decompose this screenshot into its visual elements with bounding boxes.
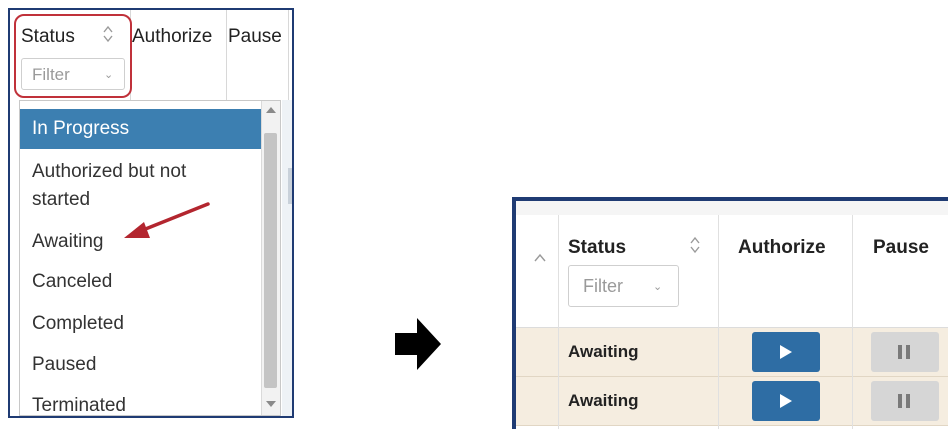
pause-icon [906, 394, 910, 408]
play-icon [780, 345, 792, 359]
pause-icon [906, 345, 910, 359]
option-in-progress[interactable]: In Progress [20, 109, 263, 149]
chevron-down-icon: ⌄ [653, 281, 663, 293]
row-status: Awaiting [568, 391, 639, 410]
table-header: Status Filter ⌄ Authorize Pause [516, 215, 948, 328]
pause-column-header: Pause [228, 26, 282, 47]
authorize-column-header: Authorize [132, 26, 213, 47]
dropdown-scrollbar[interactable] [261, 101, 280, 415]
table-row[interactable]: Awaiting [516, 328, 948, 377]
scroll-up-icon[interactable] [266, 107, 276, 113]
authorize-play-button[interactable] [752, 381, 820, 421]
filtered-table-panel: Status Filter ⌄ Authorize Pause Awaiting… [512, 197, 948, 429]
status-filter-select[interactable]: Filter ⌄ [568, 265, 679, 307]
collapse-caret-icon[interactable] [534, 253, 546, 263]
right-arrow-icon [395, 318, 441, 370]
pause-icon [898, 345, 902, 359]
authorize-column-header: Authorize [738, 237, 826, 258]
scrollbar-thumb[interactable] [264, 133, 277, 388]
play-icon [780, 394, 792, 408]
option-canceled[interactable]: Canceled [20, 267, 263, 297]
option-authorized-but-not-started[interactable]: Authorized but not [20, 157, 263, 187]
status-options-list: In Progress Authorized but not started A… [19, 100, 281, 416]
authorize-play-button[interactable] [752, 332, 820, 372]
status-filter-dropdown-panel: Status Authorize Pause E Filter ⌄ In Pro… [8, 8, 294, 418]
option-completed[interactable]: Completed [20, 309, 263, 339]
table-row[interactable]: Awaiting [516, 377, 948, 426]
option-terminated[interactable]: Terminated [20, 391, 263, 416]
status-column-header: Status [568, 237, 627, 258]
panel-top-strip [516, 201, 948, 215]
option-paused[interactable]: Paused [20, 350, 263, 380]
next-column-header: E [292, 26, 294, 48]
pause-column-header: Pause [873, 237, 929, 258]
filter-placeholder: Filter [583, 276, 623, 296]
row-status: Awaiting [568, 342, 639, 361]
pause-button[interactable] [871, 332, 939, 372]
highlight-box [14, 14, 132, 98]
table-background [282, 100, 292, 416]
scroll-down-icon[interactable] [266, 401, 276, 407]
table-background-row [288, 168, 292, 204]
pause-button[interactable] [871, 381, 939, 421]
pause-icon [898, 394, 902, 408]
sort-icon[interactable] [690, 235, 700, 255]
annotation-arrow-icon [124, 202, 210, 238]
table-header: Status Authorize Pause E Filter ⌄ [10, 10, 292, 100]
